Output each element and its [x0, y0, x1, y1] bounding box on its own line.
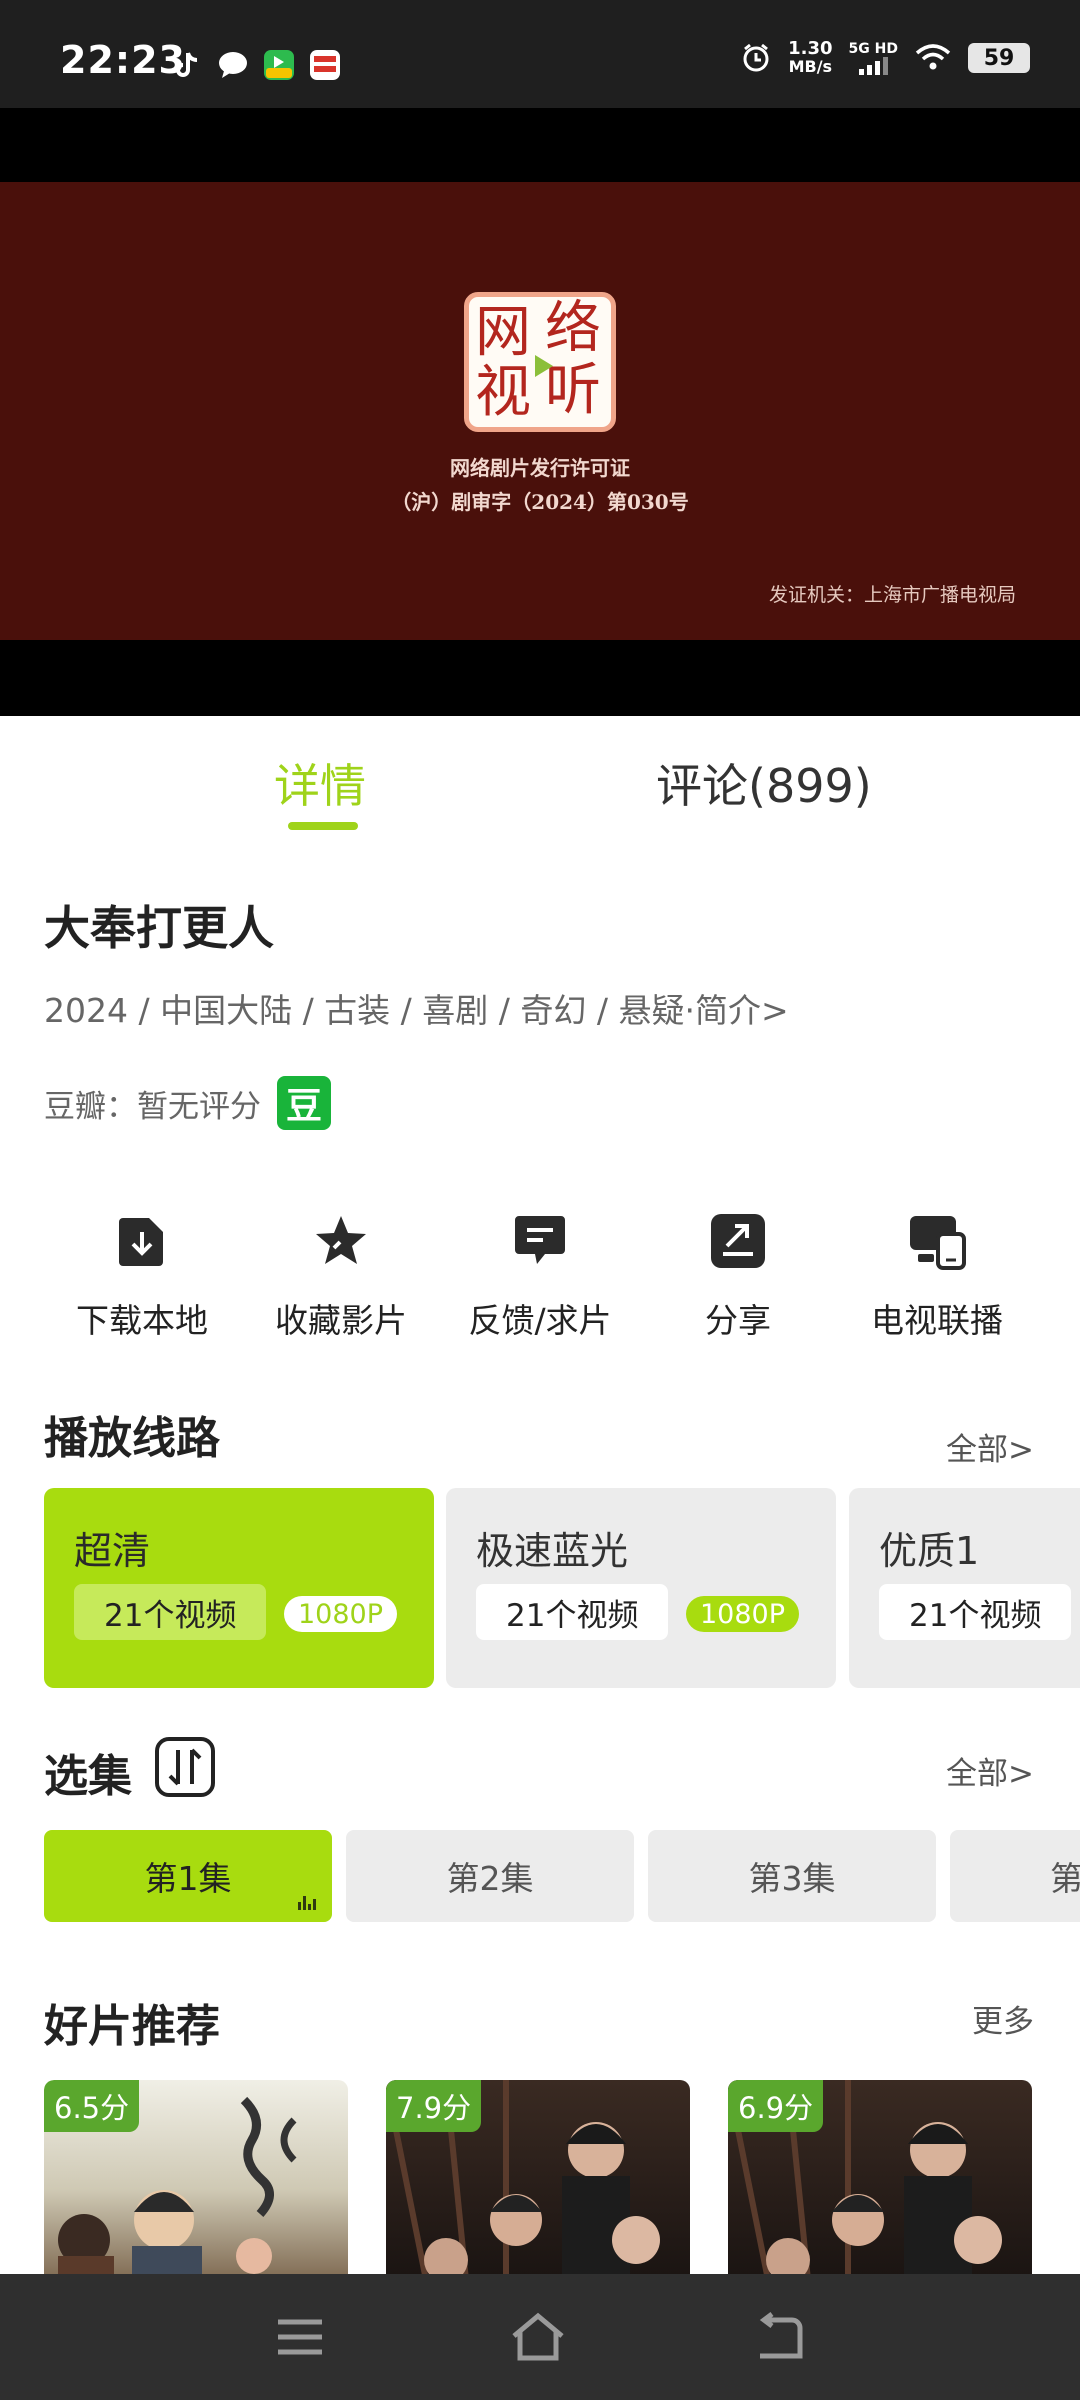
network-av-seal-logo: 网 络 视 听 — [464, 292, 616, 432]
tv-cast-label: 电视联播 — [871, 1301, 1003, 1340]
favorite-button[interactable]: 收藏影片 — [246, 1206, 436, 1342]
network-type: 5G HD — [848, 41, 898, 57]
seal-char: 视 — [475, 360, 531, 425]
seal-char: 听 — [545, 358, 601, 423]
playing-wave-icon — [298, 1896, 316, 1910]
sohu-news-icon — [310, 50, 340, 80]
net-speed: 1.30 MB/s — [788, 40, 832, 76]
system-nav-bar — [0, 2274, 1080, 2400]
rating-label: 豆瓣：暂无评分 — [44, 1088, 261, 1125]
message-icon — [219, 52, 247, 78]
net-speed-value: 1.30 — [788, 38, 833, 59]
action-bar: 下载本地 收藏影片 反馈/求片 分享 电视联播 — [0, 1206, 1080, 1346]
status-right-group: 1.30 MB/s 5G HD 59 — [740, 40, 1030, 76]
route-count: 21个视频 — [476, 1584, 669, 1640]
download-label: 下载本地 — [76, 1301, 208, 1340]
recommend-poster-1[interactable]: 6.5分 — [44, 2080, 348, 2280]
route-card-2[interactable]: 极速蓝光 21个视频 1080P — [446, 1488, 836, 1688]
episode-label: 第1集 — [144, 1859, 232, 1898]
score-badge: 6.9分 — [728, 2080, 824, 2132]
share-button[interactable]: 分享 — [643, 1206, 833, 1342]
net-speed-unit: MB/s — [788, 57, 833, 76]
route-name: 超清 — [74, 1529, 151, 1573]
route-card-1[interactable]: 超清 21个视频 1080P — [44, 1488, 434, 1688]
back-icon[interactable] — [752, 2312, 808, 2362]
score-badge: 6.5分 — [44, 2080, 140, 2132]
star-icon — [316, 1216, 366, 1264]
score-badge: 7.9分 — [386, 2080, 482, 2132]
routes-title: 播放线路 — [44, 1413, 220, 1464]
sort-order-icon[interactable] — [154, 1736, 216, 1798]
douban-badge-icon[interactable]: 豆 — [277, 1076, 331, 1130]
episode-label: 第2集 — [446, 1859, 534, 1898]
route-quality-badge: 1080P — [686, 1596, 799, 1632]
douban-rating: 豆瓣：暂无评分 豆 — [44, 1076, 331, 1130]
menu-icon[interactable] — [272, 2312, 328, 2362]
feedback-button[interactable]: 反馈/求片 — [445, 1206, 635, 1342]
tv-cast-button[interactable]: 电视联播 — [842, 1206, 1032, 1342]
route-name: 极速蓝光 — [476, 1529, 629, 1573]
route-card-3[interactable]: 优质1 21个视频 — [849, 1488, 1080, 1688]
feedback-icon — [515, 1216, 565, 1264]
episodes-more-link[interactable]: 全部> — [946, 1748, 1034, 1793]
favorite-label: 收藏影片 — [275, 1301, 407, 1340]
episode-1[interactable]: 第1集 — [44, 1830, 332, 1922]
episode-3[interactable]: 第3集 — [648, 1830, 936, 1922]
show-title: 大奉打更人 — [44, 901, 274, 955]
episode-label: 第4集 — [1050, 1859, 1080, 1898]
detail-tabs: 详情 评论(899) — [0, 716, 1080, 836]
route-quality-badge: 1080P — [284, 1596, 397, 1632]
license-card: 网 络 视 听 网络剧片发行许可证 （沪）剧审字（2024）第030号 发证机关… — [0, 182, 1080, 640]
battery-indicator: 59 — [968, 43, 1030, 73]
download-icon — [119, 1218, 163, 1266]
routes-more-link[interactable]: 全部> — [946, 1424, 1034, 1469]
episode-label: 第3集 — [748, 1859, 836, 1898]
home-icon[interactable] — [510, 2312, 566, 2362]
download-button[interactable]: 下载本地 — [47, 1206, 237, 1342]
seal-char: 络 — [545, 296, 601, 361]
seal-char: 网 — [475, 300, 531, 365]
episode-4[interactable]: 第4集 — [950, 1830, 1080, 1922]
license-number: （沪）剧审字（2024）第030号 — [391, 490, 689, 514]
tv-cast-icon — [910, 1216, 966, 1270]
show-meta-intro-link[interactable]: 2024 / 中国大陆 / 古装 / 喜剧 / 奇幻 / 悬疑·简介> — [44, 984, 789, 1032]
tab-indicator — [288, 822, 358, 830]
episode-2[interactable]: 第2集 — [346, 1830, 634, 1922]
status-bar: 22:23 1.30 MB/s 5G HD 59 — [0, 0, 1080, 108]
signal-group: 5G HD — [849, 41, 898, 75]
route-count: 21个视频 — [879, 1584, 1072, 1640]
share-icon — [711, 1214, 765, 1268]
signal-icon — [859, 57, 889, 75]
play-triangle-icon — [535, 355, 553, 377]
tab-detail[interactable]: 详情 — [274, 750, 366, 816]
recommend-poster-3[interactable]: 6.9分 — [728, 2080, 1032, 2280]
license-issuer: 发证机关：上海市广播电视局 — [768, 584, 1016, 606]
status-time: 22:23 — [60, 38, 186, 82]
episodes-title: 选集 — [44, 1751, 132, 1802]
route-count: 21个视频 — [74, 1584, 267, 1640]
route-name: 优质1 — [879, 1529, 980, 1573]
recommend-title: 好片推荐 — [44, 2001, 220, 2052]
tab-comments[interactable]: 评论(899) — [656, 750, 872, 816]
game-app-icon — [264, 50, 294, 80]
alarm-icon — [743, 43, 769, 72]
license-title: 网络剧片发行许可证 — [450, 456, 630, 480]
share-label: 分享 — [705, 1301, 771, 1340]
tiktok-icon — [176, 52, 198, 77]
recommend-poster-2[interactable]: 7.9分 — [386, 2080, 690, 2280]
video-player[interactable]: 网 络 视 听 网络剧片发行许可证 （沪）剧审字（2024）第030号 发证机关… — [0, 108, 1080, 716]
feedback-label: 反馈/求片 — [468, 1301, 612, 1340]
wifi-icon — [915, 44, 951, 70]
recommend-more-link[interactable]: 更多 — [972, 1996, 1034, 2041]
